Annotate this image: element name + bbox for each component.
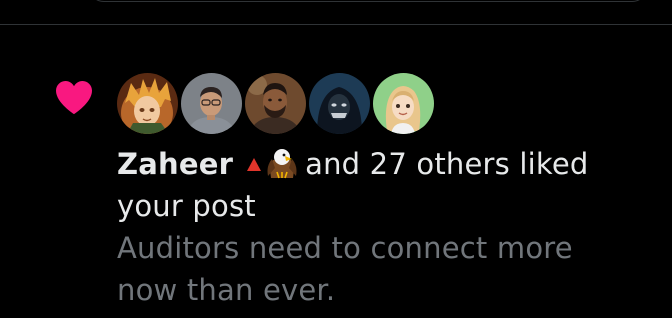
post-preview[interactable]: Auditors need to connect more now than e… [117, 227, 637, 311]
previous-notification-card[interactable] [88, 0, 648, 2]
red-triangle-icon [247, 158, 262, 171]
avatar-man-glasses[interactable] [181, 73, 242, 134]
avatar-cartoon-blonde[interactable] [373, 73, 434, 134]
eagle-icon [267, 149, 297, 179]
liker-avatars [117, 73, 434, 135]
heart-icon [56, 80, 92, 115]
avatar-anime-character[interactable] [117, 73, 178, 134]
man-avatar-image [181, 73, 242, 134]
avatar-hooded-figure[interactable] [309, 73, 370, 134]
man-avatar-image [245, 73, 306, 134]
username[interactable]: Zaheer [117, 147, 233, 181]
notification-text: Zaheer and 27 others liked your post Aud… [117, 143, 637, 311]
anime-character-avatar-image [117, 73, 178, 134]
liked-line: Zaheer and 27 others liked your post [117, 143, 637, 227]
hooded-figure-avatar-image [309, 73, 370, 134]
cartoon-avatar-image [373, 73, 434, 134]
avatar-man-beard[interactable] [245, 73, 306, 134]
like-notification[interactable]: Zaheer and 27 others liked your post Aud… [0, 25, 672, 318]
